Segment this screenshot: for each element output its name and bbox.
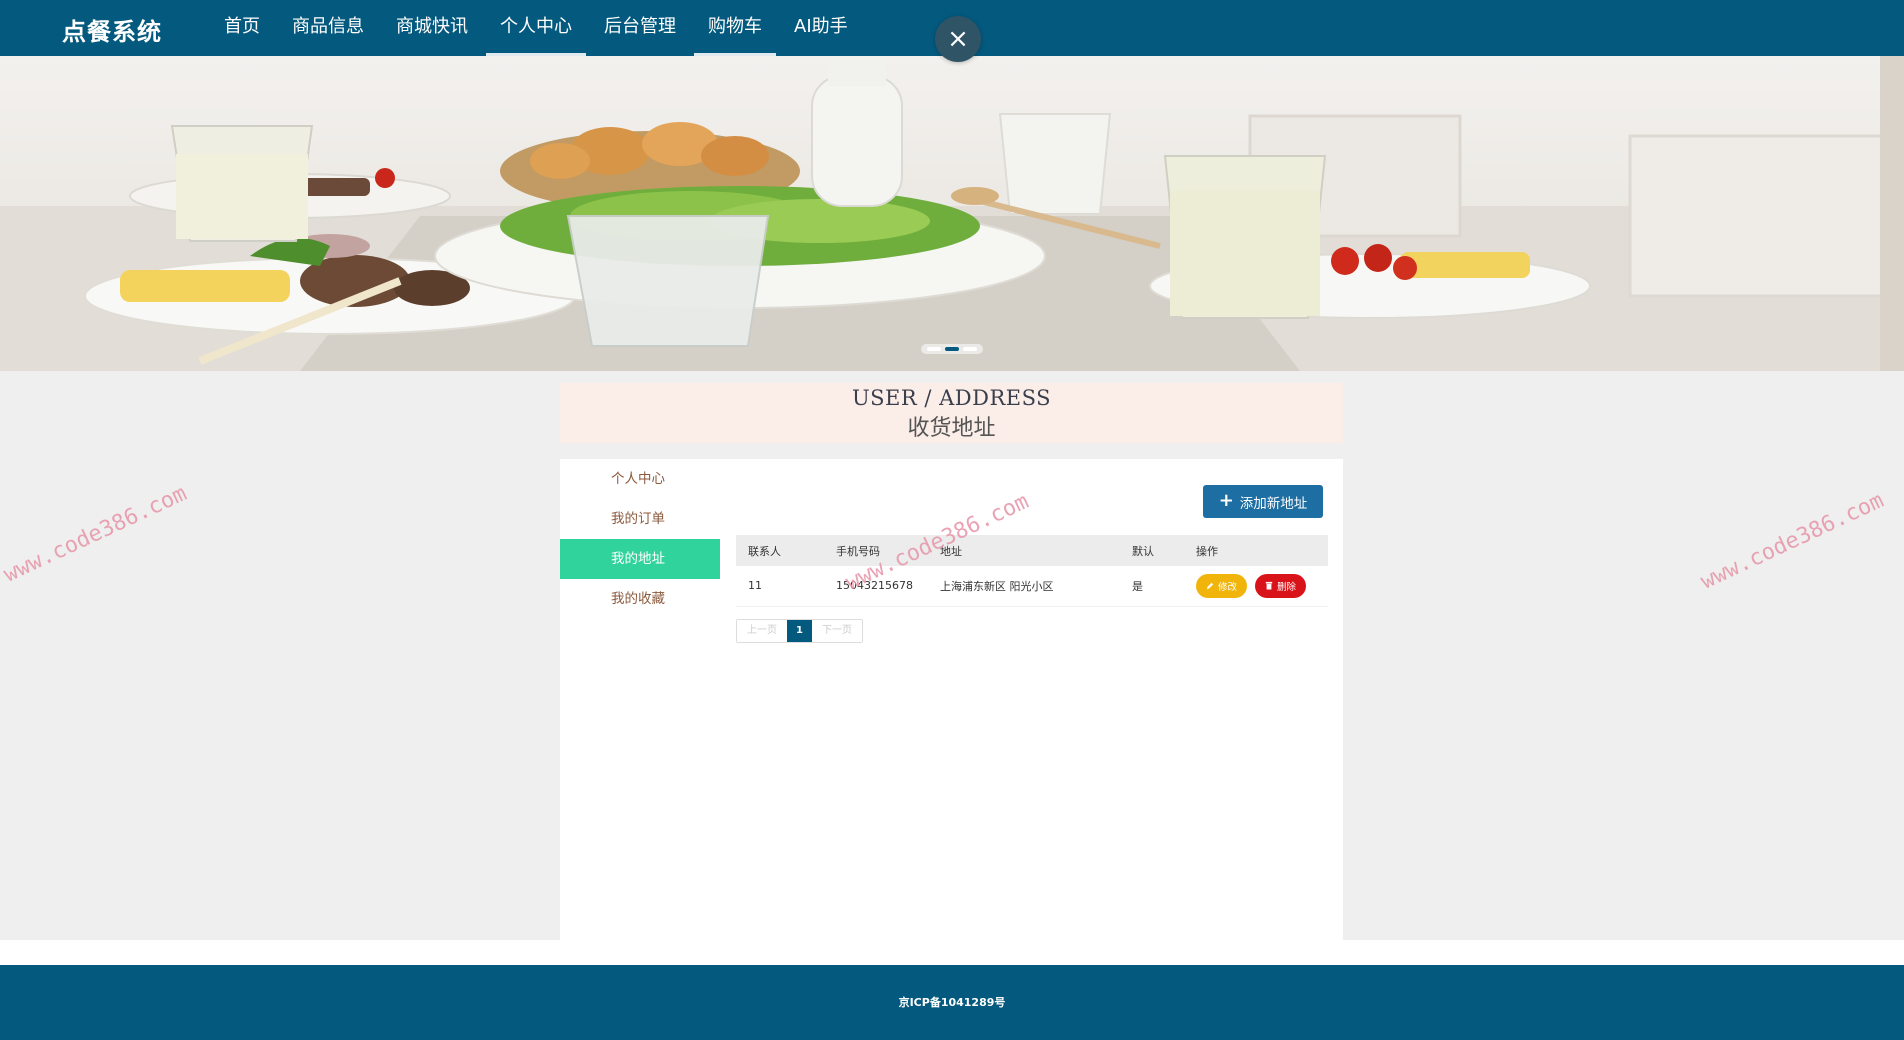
carousel-dot[interactable] — [963, 347, 977, 351]
pagination-next[interactable]: 下一页 — [811, 620, 862, 642]
page-title-cn: 收货地址 — [907, 416, 996, 441]
cell-actions: 修改 删除 — [1184, 566, 1328, 607]
pencil-icon — [1206, 582, 1214, 589]
nav-ai-assistant[interactable]: AI助手 — [780, 0, 862, 56]
nav-cart[interactable]: 购物车 — [694, 0, 776, 56]
table-header-row: 联系人 手机号码 地址 默认 操作 — [736, 535, 1328, 566]
sidebar-item-user-center[interactable]: 个人中心 — [560, 459, 720, 499]
page-title-box: USER / ADDRESS 收货地址 — [560, 383, 1343, 443]
sidebar-item-orders[interactable]: 我的订单 — [560, 499, 720, 539]
cell-address: 上海浦东新区 阳光小区 — [928, 566, 1120, 607]
carousel-dot-active[interactable] — [945, 347, 959, 351]
edit-label: 修改 — [1218, 581, 1238, 593]
delete-label: 删除 — [1277, 581, 1297, 593]
nav-user-center[interactable]: 个人中心 — [486, 0, 586, 56]
sidebar-item-address[interactable]: 我的地址 — [560, 539, 720, 579]
pagination-prev[interactable]: 上一页 — [737, 620, 787, 642]
main-nav: 首页 商品信息 商城快讯 个人中心 后台管理 购物车 AI助手 — [210, 0, 866, 56]
close-icon[interactable]: × — [935, 16, 981, 62]
icp-text: 京ICP备1041289号 — [898, 996, 1006, 1009]
plus-icon: + — [1218, 489, 1234, 511]
table-row: 11 15043215678 上海浦东新区 阳光小区 是 修改 删除 — [736, 566, 1328, 607]
footer-spacer — [0, 940, 1904, 965]
banner-food-image — [0, 56, 1904, 371]
add-address-button[interactable]: + 添加新地址 — [1203, 485, 1323, 518]
nav-news[interactable]: 商城快讯 — [382, 0, 482, 56]
address-table: 联系人 手机号码 地址 默认 操作 11 15043215678 上海浦东新区 … — [736, 535, 1328, 607]
cell-default: 是 — [1120, 566, 1184, 607]
carousel-indicators — [921, 344, 983, 354]
brand-logo[interactable]: 点餐系统 — [62, 12, 162, 47]
pagination-current[interactable]: 1 — [787, 620, 812, 642]
watermark-left: www.code386.com — [0, 481, 191, 588]
delete-button[interactable]: 删除 — [1255, 573, 1307, 598]
sidebar-item-favorites[interactable]: 我的收藏 — [560, 579, 720, 619]
user-sidebar: 个人中心 我的订单 我的地址 我的收藏 — [560, 459, 720, 619]
carousel-dot[interactable] — [927, 347, 941, 351]
nav-home[interactable]: 首页 — [210, 0, 274, 56]
nav-products[interactable]: 商品信息 — [278, 0, 378, 56]
footer: 京ICP备1041289号 — [0, 965, 1904, 1040]
col-actions: 操作 — [1184, 535, 1328, 566]
col-contact: 联系人 — [736, 535, 824, 566]
cell-contact: 11 — [736, 566, 824, 607]
hero-banner — [0, 56, 1904, 371]
pagination: 上一页 1 下一页 — [736, 619, 863, 643]
watermark-right: www.code386.com — [1697, 488, 1888, 595]
add-address-label: 添加新地址 — [1239, 495, 1308, 512]
nav-admin[interactable]: 后台管理 — [590, 0, 690, 56]
edit-button[interactable]: 修改 — [1196, 573, 1248, 598]
trash-icon — [1265, 582, 1273, 590]
col-default: 默认 — [1120, 535, 1184, 566]
page-title-en: USER / ADDRESS — [851, 386, 1052, 410]
